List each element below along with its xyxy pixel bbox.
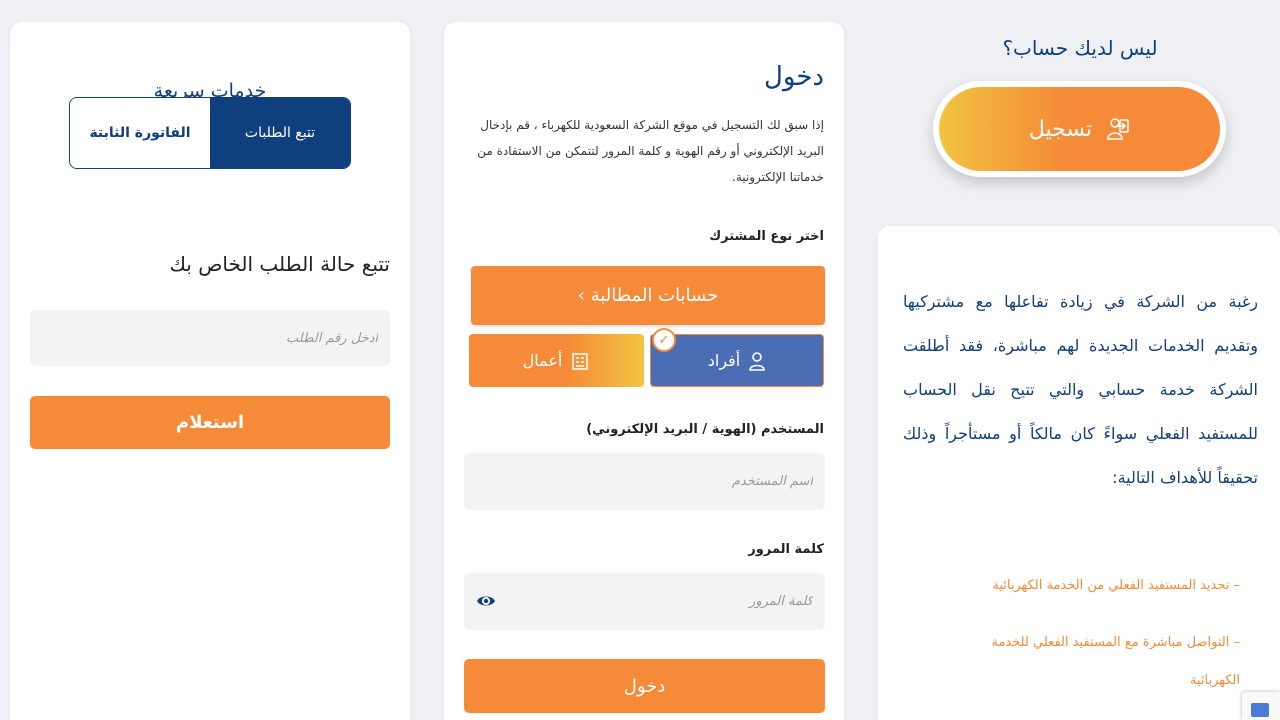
signup-heading: ليس لديك حساب؟: [1002, 36, 1158, 60]
quick-services-tabs: تتبع الطلبات الفاتورة الثابتة: [69, 97, 351, 169]
building-icon: [572, 352, 589, 370]
recaptcha-icon: [1251, 703, 1269, 717]
quick-services-panel: خدمات سريعة تتبع الطلبات الفاتورة الثابت…: [10, 22, 410, 720]
order-number-input[interactable]: [30, 310, 390, 366]
signup-button[interactable]: تسجيل: [933, 81, 1226, 177]
track-order-title: تتبع حالة الطلب الخاص بك: [169, 252, 390, 276]
info-bullet-1: – تحديد المستفيد الفعلي من الخدمة الكهرب…: [992, 578, 1240, 593]
username-input[interactable]: [464, 453, 825, 510]
recaptcha-badge[interactable]: [1242, 692, 1280, 720]
login-submit-button[interactable]: دخول: [464, 659, 825, 713]
eye-icon[interactable]: [476, 591, 496, 611]
subscriber-type-business-label: أعمال: [522, 351, 563, 370]
login-description: إذا سبق لك التسجيل في موقع الشركة السعود…: [477, 118, 824, 184]
password-input[interactable]: [464, 573, 825, 630]
tab-track-orders[interactable]: تتبع الطلبات: [210, 98, 350, 168]
inquiry-button[interactable]: استعلام: [30, 396, 390, 449]
signup-icon: [1107, 118, 1129, 140]
password-label: كلمة المرور: [748, 542, 824, 557]
login-title: دخول: [764, 62, 824, 92]
tab-fixed-bill[interactable]: الفاتورة الثابتة: [70, 98, 210, 168]
subscriber-type-label: اختر نوع المشترك: [709, 229, 824, 244]
login-panel: دخول إذا سبق لك التسجيل في موقع الشركة ا…: [444, 22, 844, 720]
info-bullet-2: – التواصل مباشرة مع المستفيد الفعلي للخد…: [991, 635, 1240, 688]
check-icon: ✓: [652, 328, 676, 352]
billing-accounts-label: حسابات المطالبة: [590, 285, 719, 306]
chevron-left-icon: ›: [577, 285, 585, 306]
info-text: رغبة من الشركة في زيادة تفاعلها مع مشترك…: [903, 292, 1258, 487]
person-icon: [749, 351, 766, 371]
signup-button-inner: تسجيل: [939, 87, 1220, 171]
info-panel: رغبة من الشركة في زيادة تفاعلها مع مشترك…: [878, 226, 1280, 720]
username-label: المستخدم (الهوية / البريد الإلكتروني): [586, 422, 824, 437]
subscriber-type-business[interactable]: أعمال: [469, 334, 644, 387]
subscriber-type-individuals-label: أفراد: [707, 351, 741, 370]
billing-accounts-button[interactable]: حسابات المطالبة ›: [471, 266, 825, 325]
signup-button-label: تسجيل: [1028, 116, 1093, 142]
subscriber-type-individuals[interactable]: أفراد: [650, 334, 824, 387]
